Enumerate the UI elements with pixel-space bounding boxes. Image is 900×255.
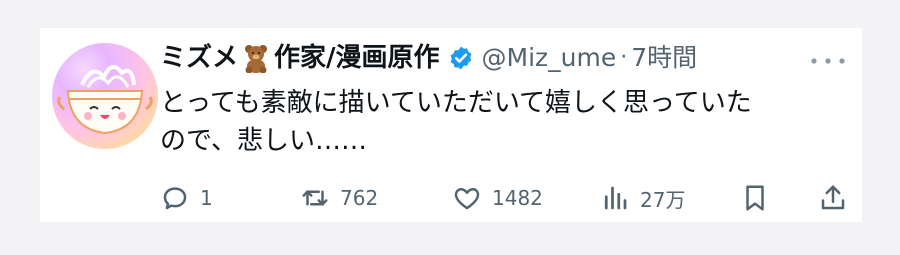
- views-count: 27万: [640, 187, 686, 212]
- bookmark-icon: [746, 185, 764, 211]
- more-icon[interactable]: [808, 54, 848, 68]
- reply-icon: [163, 187, 187, 210]
- views-button[interactable]: 27万: [600, 178, 685, 218]
- author-name-suffix[interactable]: 作家/漫画原作: [274, 38, 440, 78]
- reply-count: 1: [200, 186, 213, 210]
- avatar-illustration: [57, 65, 153, 135]
- retweet-button[interactable]: 762: [300, 178, 378, 218]
- tweet-text: とっても素敵に描いていただいて嬉しく思っていた ので、悲しい……: [160, 84, 850, 160]
- tweet-header: ミズメ 作家/漫画原作 @Miz_ume · 7時間: [160, 38, 697, 78]
- like-button[interactable]: 1482: [452, 178, 543, 218]
- like-icon: [454, 188, 480, 210]
- retweet-count: 762: [340, 186, 379, 210]
- bookmark-button[interactable]: [740, 178, 770, 218]
- separator-dot: ·: [620, 45, 628, 70]
- verified-badge-icon: [450, 46, 471, 70]
- share-icon: [821, 185, 845, 210]
- action-bar: 1 762 1482 27万: [160, 178, 850, 218]
- author-name[interactable]: ミズメ: [160, 38, 238, 78]
- avatar[interactable]: [52, 43, 158, 149]
- retweet-icon: [302, 190, 328, 206]
- share-button[interactable]: [818, 178, 848, 218]
- tweet-card[interactable]: ミズメ 作家/漫画原作 @Miz_ume · 7時間 とっても素敵に描いていただ…: [40, 28, 862, 222]
- tweet-text-line: ので、悲しい……: [160, 126, 367, 156]
- author-handle[interactable]: @Miz_ume: [482, 38, 617, 78]
- views-icon: [604, 186, 627, 210]
- tweet-timestamp[interactable]: 7時間: [631, 38, 697, 78]
- tweet-text-line: とっても素敵に描いていただいて嬉しく思っていた: [160, 88, 752, 118]
- teddy-bear-icon: [241, 43, 271, 74]
- like-count: 1482: [492, 186, 543, 210]
- reply-button[interactable]: 1: [160, 178, 213, 218]
